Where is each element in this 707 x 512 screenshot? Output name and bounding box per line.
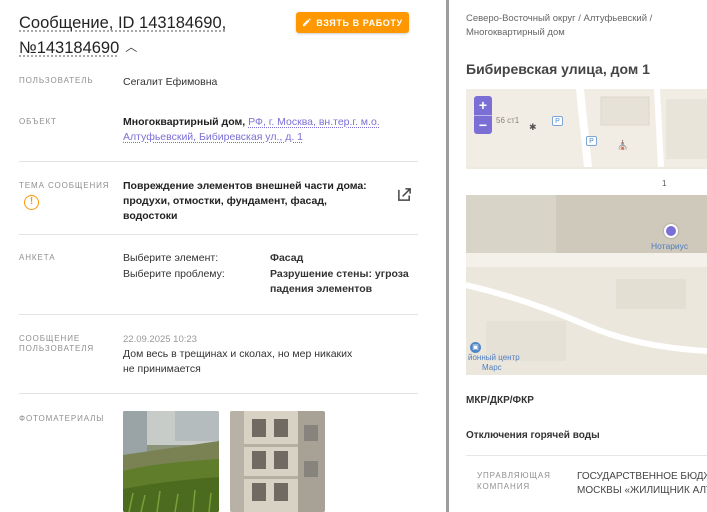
title-number: №143184690 [19,39,120,57]
map-zoom-control: + − [474,96,492,134]
survey-answer-2-line-1: Разрушение стены: угроза [270,268,409,280]
object-address-title: Бибиревская улица, дом 1 [466,61,650,77]
topic-line-1: Повреждение элементов внешней части дома… [123,180,367,192]
map-poi-icon: ⛪ [617,140,629,150]
management-company-label-line-2: КОМПАНИЯ [477,482,531,491]
map-house-number: 1 [662,179,667,188]
user-message-label: СООБЩЕНИЕ ПОЛЬЗОВАТЕЛЯ [19,334,94,354]
object-address-link-2[interactable]: Алтуфьевский, Бибиревская ул., д. 1 [123,131,303,143]
page-title: Сообщение, ID 143184690, №143184690 ︿ [19,11,279,60]
user-message-label-line-2: ПОЛЬЗОВАТЕЛЯ [19,344,95,353]
breadcrumb: Северо-Восточный округ / Алтуфьевский / … [466,12,702,40]
management-company-label: УПРАВЛЯЮЩАЯ КОМПАНИЯ [477,470,551,492]
divider [466,455,707,456]
photo-thumbnail-2[interactable] [230,411,325,512]
external-link-icon[interactable] [397,187,412,202]
parking-icon: P [552,116,563,126]
divider [19,161,418,162]
user-message-line-1: Дом весь в трещинах и сколах, но мер ник… [123,348,353,360]
survey-answer-2: Разрушение стены: угроза падения элемент… [270,267,410,297]
survey-label: АНКЕТА [19,253,56,262]
title-line-2[interactable]: №143184690 ︿ [19,35,279,60]
user-message-label-line-1: СООБЩЕНИЕ [19,334,81,343]
map-poi-icon: ✱ [529,122,537,132]
map-poi-center[interactable]: йонный центр Марс [468,353,520,373]
object-label: ОБЪЕКТ [19,117,57,126]
breadcrumb-line-1[interactable]: Северо-Восточный округ / Алтуфьевский / [466,13,652,24]
topic-label: ТЕМА СООБЩЕНИЯ [19,181,110,190]
message-panel: Сообщение, ID 143184690, №143184690 ︿ ВЗЯ… [0,0,447,512]
divider [19,393,418,394]
object-address-link-1[interactable]: РФ, г. Москва, вн.тер.г. м.о. [248,116,380,128]
breadcrumb-line-2[interactable]: Многоквартирный дом [466,27,565,38]
warning-icon: ! [24,195,39,210]
survey-answer-2-line-2: падения элементов [270,283,373,295]
photos-label: ФОТОМАТЕРИАЛЫ [19,414,105,423]
map-poi-notary[interactable]: Нотариус [651,241,688,251]
management-company-value: ГОСУДАРСТВЕННОЕ БЮДЖЕ МОСКВЫ «ЖИЛИЩНИК А… [577,470,707,498]
parking-label-2: P [589,138,594,145]
survey-question-2: Выберите проблему: [123,268,225,280]
map-marker[interactable] [664,224,678,238]
user-message-text: Дом весь в трещинах и сколах, но мер ник… [123,347,383,377]
survey-answer-1: Фасад [270,252,304,264]
map-poi-center-line-2: Марс [482,363,502,372]
take-to-work-button[interactable]: ВЗЯТЬ В РАБОТУ [296,12,409,33]
title-line-1: Сообщение, ID 143184690, [19,14,227,32]
survey-question-1: Выберите элемент: [123,252,219,264]
management-company-line-1: ГОСУДАРСТВЕННОЕ БЮДЖЕ [577,471,707,482]
map-poi-center-line-1: йонный центр [468,353,520,362]
user-message-line-2: не принимается [123,363,201,375]
take-to-work-label: ВЗЯТЬ В РАБОТУ [316,17,403,28]
parking-icon: P [586,136,597,146]
zoom-out-button[interactable]: − [474,115,492,134]
bus-icon: ▣ [470,342,481,353]
section-repair-programs[interactable]: МКР/ДКР/ФКР [466,395,534,406]
chevron-up-icon[interactable]: ︿ [125,35,137,59]
object-type: Многоквартирный дом, [123,116,246,128]
section-hot-water-outages[interactable]: Отключения горячей воды [466,430,600,441]
pencil-icon [303,18,312,27]
user-label: ПОЛЬЗОВАТЕЛЬ [19,76,94,85]
object-value: Многоквартирный дом, РФ, г. Москва, вн.т… [123,115,423,145]
map-label-building: 56 ст1 [496,116,520,125]
management-company-line-2: МОСКВЫ «ЖИЛИЩНИК АЛТ [577,485,707,496]
divider [19,234,418,235]
parking-label-1: P [555,118,560,125]
photo-thumbnail-1[interactable] [123,411,219,512]
user-message-date: 22.09.2025 10:23 [123,334,197,345]
user-value: Сегалит Ефимовна [123,76,218,88]
management-company-label-line-1: УПРАВЛЯЮЩАЯ [477,471,551,480]
map[interactable]: + − 56 ст1 ✱ P P ⛪ 1 Нотариус ▣ йонный ц… [466,89,707,375]
divider [19,314,418,315]
zoom-in-button[interactable]: + [474,96,492,115]
object-panel: Северо-Восточный округ / Алтуфьевский / … [449,0,707,512]
topic-value: Повреждение элементов внешней части дома… [123,179,383,224]
topic-line-2: продухи, отмостки, фундамент, фасад, вод… [123,195,327,222]
